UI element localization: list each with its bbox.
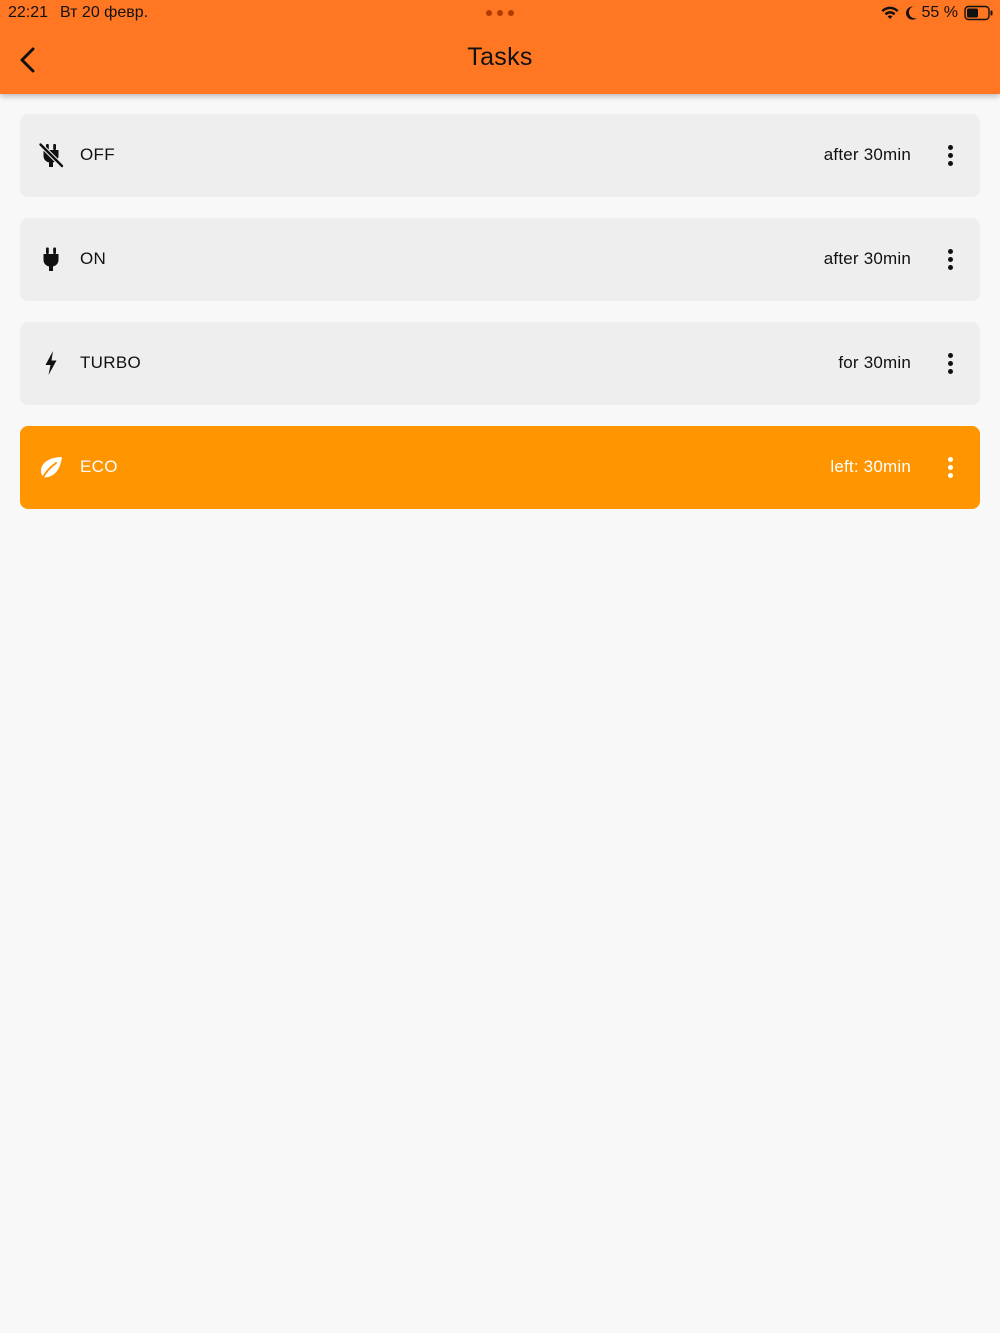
power-plug-off-icon xyxy=(37,141,65,169)
more-vertical-icon[interactable] xyxy=(936,141,964,169)
task-label: TURBO xyxy=(80,353,141,372)
task-time: left: 30min xyxy=(830,457,911,476)
more-vertical-icon[interactable] xyxy=(936,453,964,481)
task-label: ECO xyxy=(80,457,118,476)
task-time: after 30min xyxy=(823,249,911,268)
app-bar: 22:21 Вт 20 февр. 55 % Tasks xyxy=(0,0,1000,94)
page-title: Tasks xyxy=(467,43,533,71)
task-label: OFF xyxy=(80,145,115,164)
task-label: ON xyxy=(80,249,107,268)
task-list: OFF after 30min ON after 30min TURBO for… xyxy=(20,114,980,530)
status-time: 22:21 xyxy=(8,4,49,21)
multitasking-dots-icon[interactable] xyxy=(486,10,514,16)
task-card-turbo[interactable]: TURBO for 30min xyxy=(20,322,980,405)
task-time: after 30min xyxy=(823,145,911,164)
power-plug-icon xyxy=(37,245,65,273)
task-card-on[interactable]: ON after 30min xyxy=(20,218,980,301)
wifi-icon xyxy=(880,5,900,21)
task-time: for 30min xyxy=(838,353,911,372)
navigation-row: Tasks xyxy=(0,26,1000,94)
more-vertical-icon[interactable] xyxy=(936,349,964,377)
status-bar: 22:21 Вт 20 февр. 55 % xyxy=(0,0,1000,26)
battery-percent: 55 % xyxy=(921,4,958,21)
more-vertical-icon[interactable] xyxy=(936,245,964,273)
battery-icon xyxy=(964,5,994,21)
moon-icon xyxy=(904,5,918,21)
leaf-icon xyxy=(37,453,65,481)
task-card-eco[interactable]: ECO left: 30min xyxy=(20,426,980,509)
lightning-bolt-icon xyxy=(37,349,65,377)
status-indicators: 55 % xyxy=(880,3,994,23)
status-date: Вт 20 февр. xyxy=(60,4,149,21)
task-card-off[interactable]: OFF after 30min xyxy=(20,114,980,197)
